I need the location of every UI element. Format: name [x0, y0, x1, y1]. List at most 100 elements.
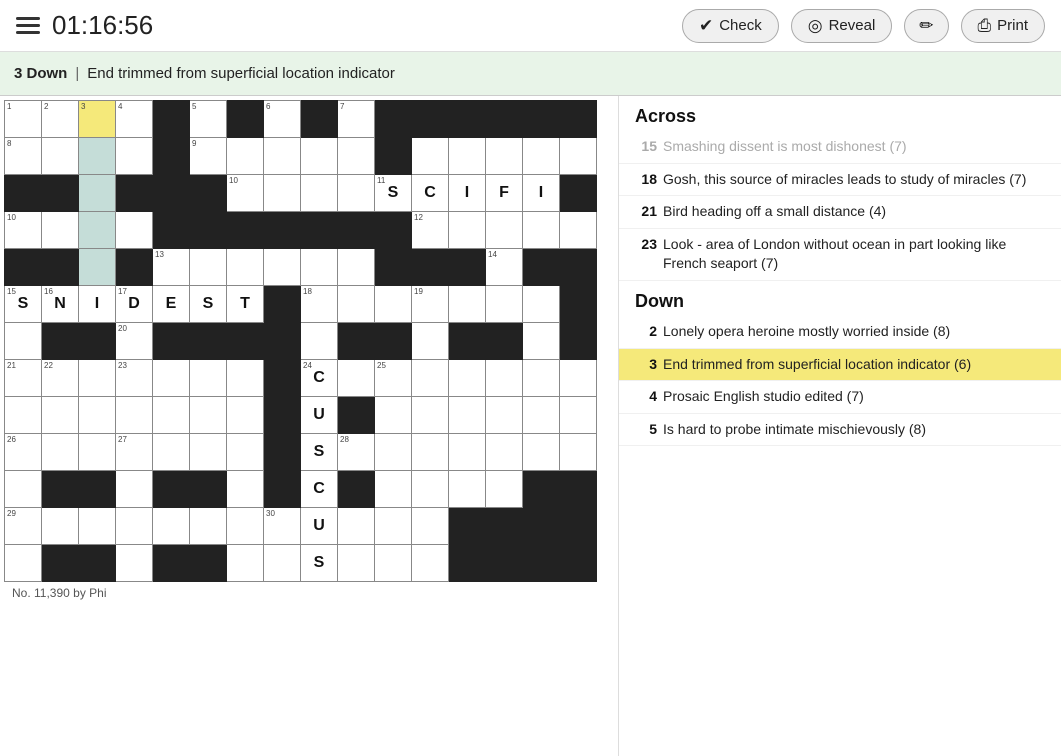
grid-cell[interactable] [227, 545, 264, 582]
grid-cell[interactable]: U [301, 397, 338, 434]
grid-cell[interactable] [42, 397, 79, 434]
grid-cell[interactable]: 23 [116, 360, 153, 397]
grid-cell[interactable]: 12 [412, 212, 449, 249]
clue-item[interactable]: 4Prosaic English studio edited (7) [619, 381, 1061, 414]
grid-cell[interactable] [227, 249, 264, 286]
print-button[interactable]: ⎙ Print [961, 9, 1045, 43]
grid-cell[interactable] [153, 360, 190, 397]
grid-cell[interactable] [560, 434, 597, 471]
grid-cell[interactable] [449, 212, 486, 249]
grid-cell[interactable]: 6 [264, 101, 301, 138]
grid-cell[interactable] [227, 360, 264, 397]
grid-cell[interactable] [116, 471, 153, 508]
clue-item[interactable]: 21Bird heading off a small distance (4) [619, 196, 1061, 229]
grid-cell[interactable]: E [153, 286, 190, 323]
grid-cell[interactable] [153, 397, 190, 434]
grid-cell[interactable]: 10 [5, 212, 42, 249]
grid-cell[interactable] [301, 323, 338, 360]
grid-cell[interactable] [338, 286, 375, 323]
grid-cell[interactable] [338, 138, 375, 175]
grid-cell[interactable] [153, 434, 190, 471]
grid-cell[interactable]: 26 [5, 434, 42, 471]
grid-cell[interactable] [5, 545, 42, 582]
grid-cell[interactable]: 24C [301, 360, 338, 397]
grid-cell[interactable] [190, 434, 227, 471]
grid-cell[interactable] [375, 434, 412, 471]
grid-cell[interactable]: 30 [264, 508, 301, 545]
grid-cell[interactable] [42, 212, 79, 249]
grid-cell[interactable]: 21 [5, 360, 42, 397]
grid-cell[interactable] [227, 397, 264, 434]
grid-cell[interactable] [264, 175, 301, 212]
grid-cell[interactable]: 27 [116, 434, 153, 471]
grid-cell[interactable]: 25 [375, 360, 412, 397]
grid-cell[interactable] [264, 249, 301, 286]
grid-cell[interactable] [486, 434, 523, 471]
grid-cell[interactable] [486, 397, 523, 434]
grid-cell[interactable] [486, 286, 523, 323]
grid-cell[interactable] [116, 508, 153, 545]
grid-cell[interactable] [523, 434, 560, 471]
grid-cell[interactable] [116, 397, 153, 434]
grid-cell[interactable]: I [449, 175, 486, 212]
grid-cell[interactable] [412, 138, 449, 175]
grid-cell[interactable]: 22 [42, 360, 79, 397]
grid-cell[interactable] [301, 138, 338, 175]
grid-cell[interactable] [486, 138, 523, 175]
grid-cell[interactable]: 18 [301, 286, 338, 323]
grid-cell[interactable]: U [301, 508, 338, 545]
grid-cell[interactable] [264, 138, 301, 175]
clue-item[interactable]: 23Look - area of London without ocean in… [619, 229, 1061, 281]
grid-cell[interactable] [227, 471, 264, 508]
grid-cell[interactable] [153, 508, 190, 545]
grid-cell[interactable] [486, 360, 523, 397]
grid-cell[interactable]: I [79, 286, 116, 323]
grid-cell[interactable] [42, 138, 79, 175]
grid-cell[interactable] [523, 286, 560, 323]
grid-cell[interactable] [338, 175, 375, 212]
grid-cell[interactable]: 16N [42, 286, 79, 323]
grid-cell[interactable] [486, 471, 523, 508]
reveal-button[interactable]: ◎ Reveal [791, 9, 893, 43]
grid-cell[interactable]: I [523, 175, 560, 212]
grid-cell[interactable] [560, 397, 597, 434]
grid-cell[interactable] [79, 175, 116, 212]
grid-cell[interactable] [227, 508, 264, 545]
clue-item[interactable]: 3End trimmed from superficial location i… [619, 349, 1061, 382]
grid-cell[interactable] [79, 249, 116, 286]
grid-cell[interactable] [301, 175, 338, 212]
grid-cell[interactable] [560, 212, 597, 249]
grid-cell[interactable] [560, 360, 597, 397]
grid-container[interactable]: 1234 5 6 7 8 9 1011SCIFI 10 12 13 14 15S… [0, 96, 618, 756]
grid-cell[interactable] [449, 397, 486, 434]
grid-cell[interactable] [523, 397, 560, 434]
grid-cell[interactable]: 2 [42, 101, 79, 138]
grid-cell[interactable] [79, 397, 116, 434]
grid-cell[interactable] [375, 508, 412, 545]
grid-cell[interactable]: 29 [5, 508, 42, 545]
grid-cell[interactable] [412, 434, 449, 471]
grid-cell[interactable]: 9 [190, 138, 227, 175]
grid-cell[interactable]: C [412, 175, 449, 212]
grid-cell[interactable]: S [190, 286, 227, 323]
grid-cell[interactable] [449, 286, 486, 323]
grid-cell[interactable] [79, 508, 116, 545]
hamburger-menu[interactable] [16, 17, 40, 34]
grid-cell[interactable] [523, 360, 560, 397]
grid-cell[interactable] [190, 360, 227, 397]
clues-panel[interactable]: Across 15Smashing dissent is most dishon… [618, 96, 1061, 756]
grid-cell[interactable] [449, 471, 486, 508]
grid-cell[interactable] [449, 138, 486, 175]
grid-cell[interactable]: 17D [116, 286, 153, 323]
grid-cell[interactable]: 8 [5, 138, 42, 175]
grid-cell[interactable] [79, 212, 116, 249]
grid-cell[interactable]: 14 [486, 249, 523, 286]
grid-cell[interactable] [79, 434, 116, 471]
grid-cell[interactable] [412, 508, 449, 545]
grid-cell[interactable] [79, 360, 116, 397]
clue-item[interactable]: 15Smashing dissent is most dishonest (7) [619, 131, 1061, 164]
grid-cell[interactable] [523, 323, 560, 360]
grid-cell[interactable] [42, 508, 79, 545]
grid-cell[interactable] [375, 397, 412, 434]
grid-cell[interactable] [5, 397, 42, 434]
